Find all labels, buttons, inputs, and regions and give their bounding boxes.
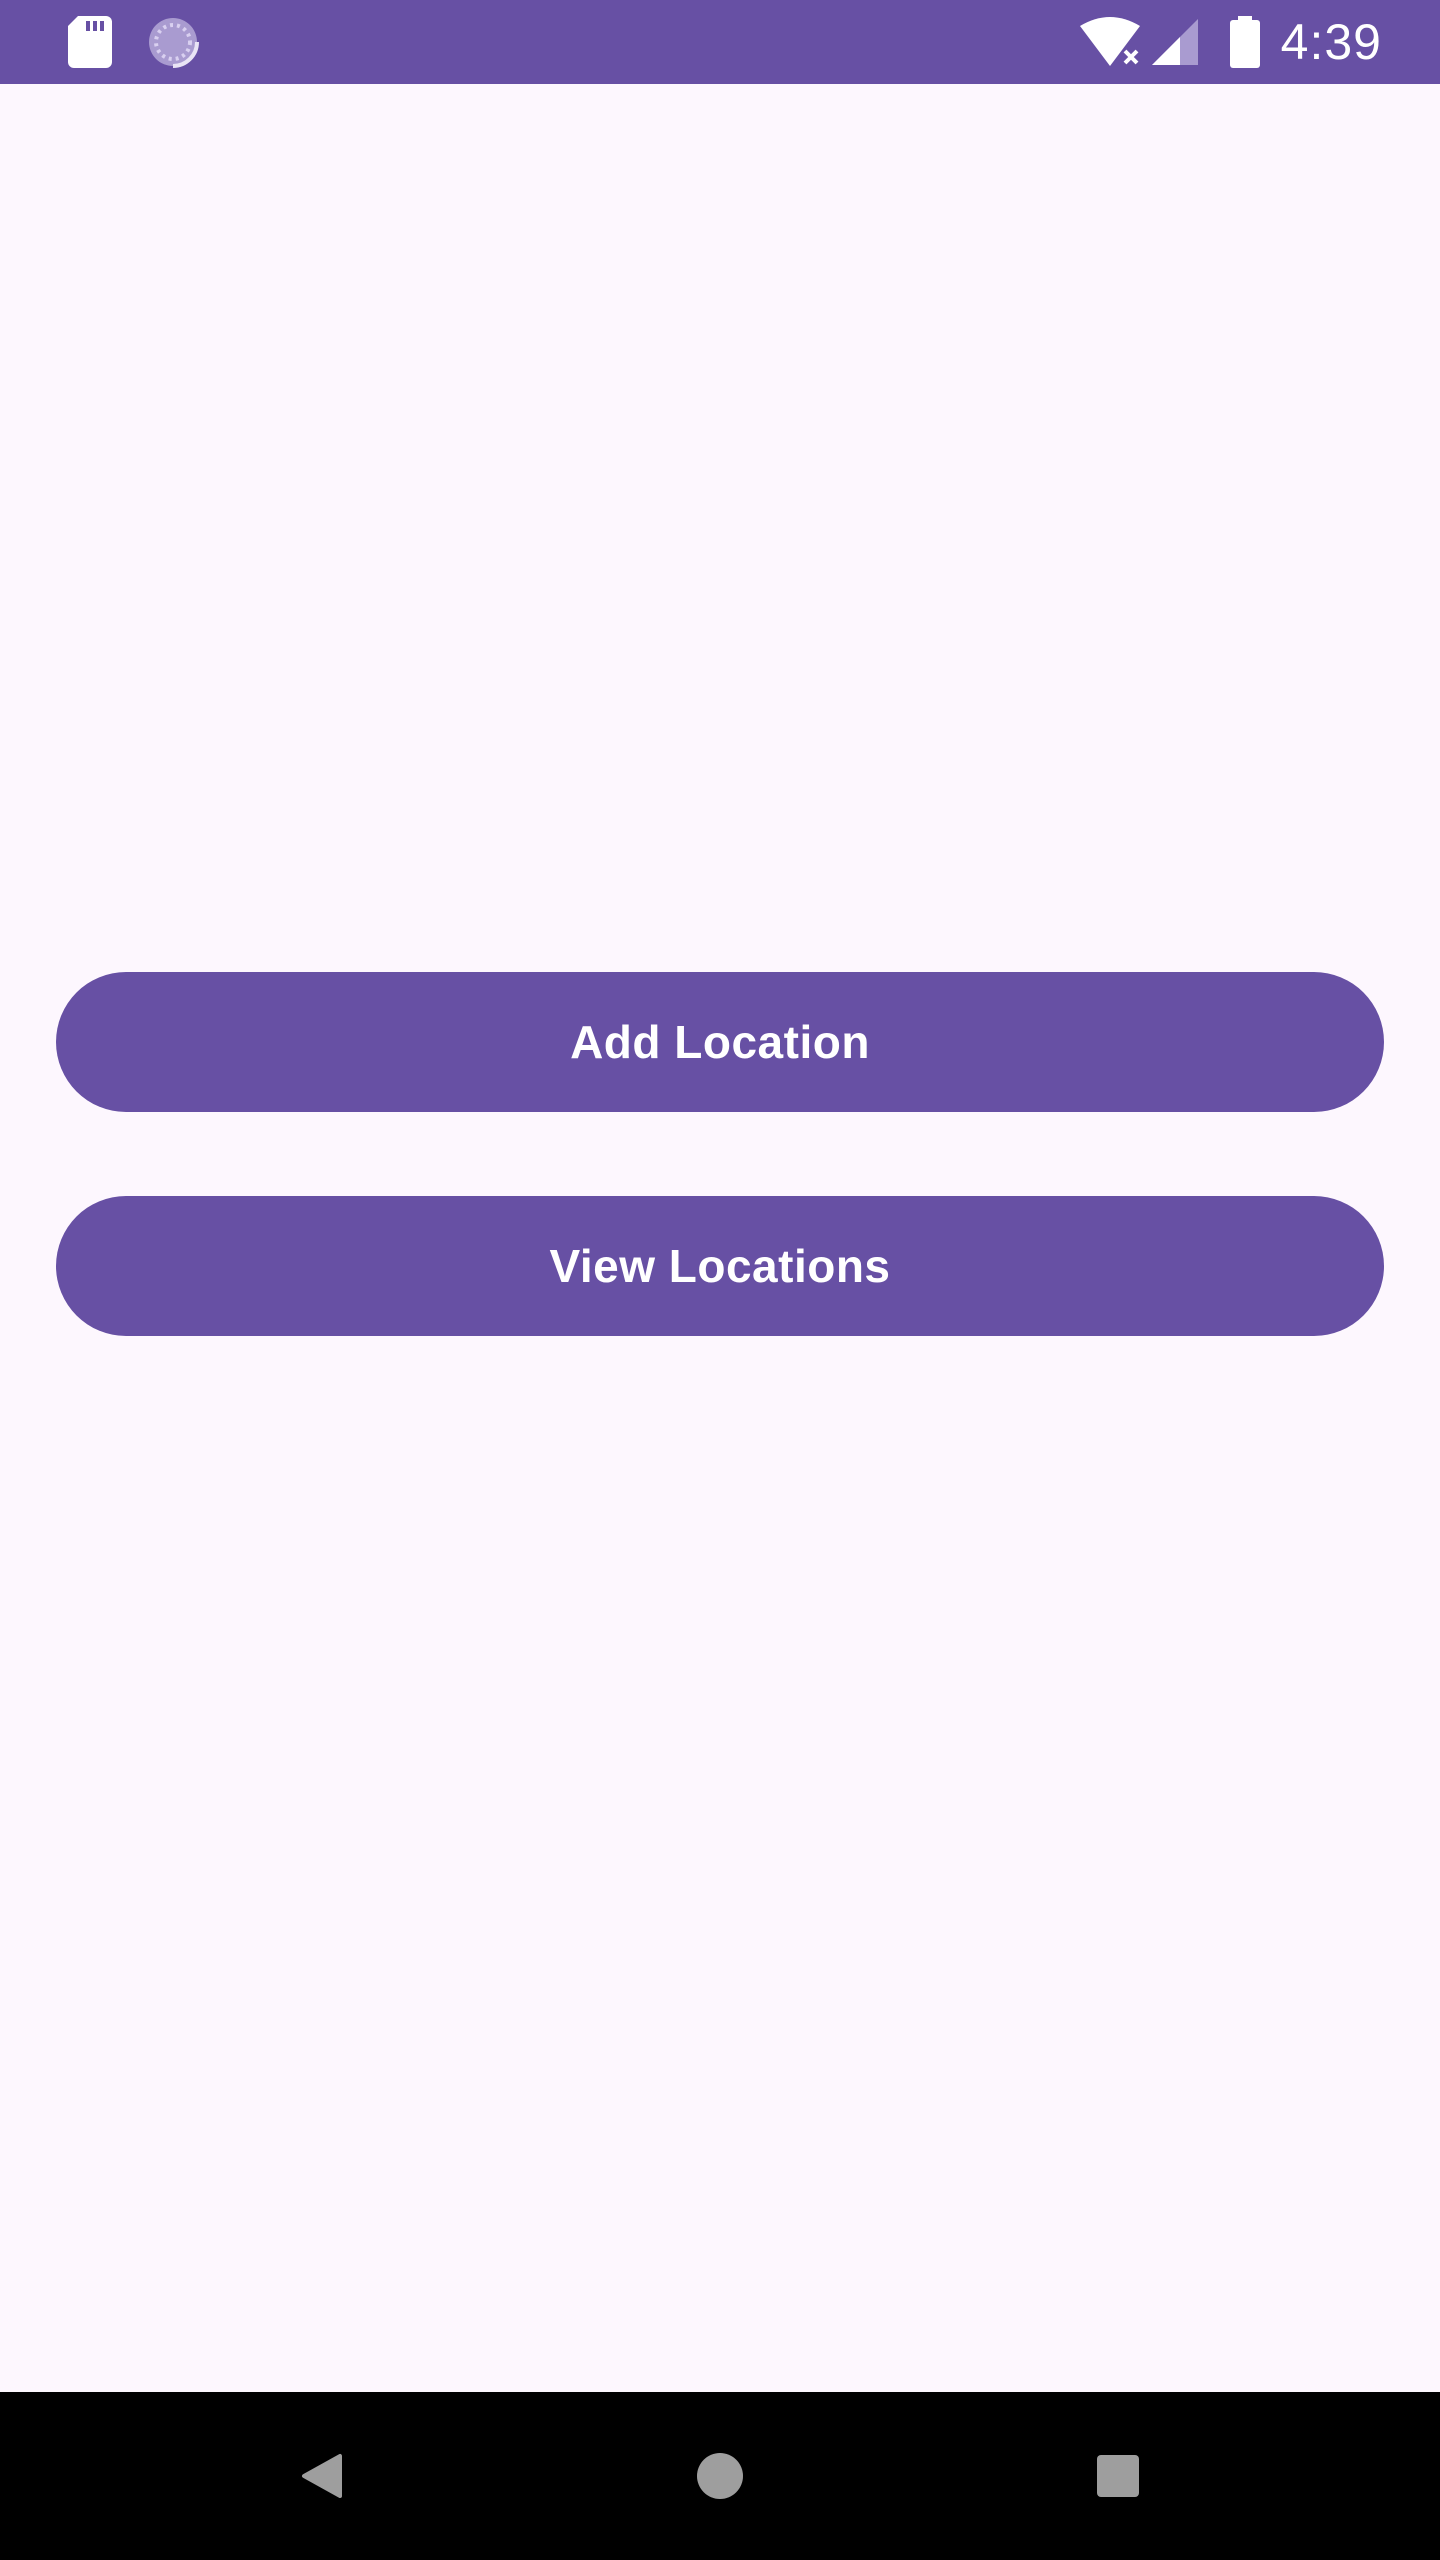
status-time: 4:39 xyxy=(1280,14,1382,70)
add-location-button[interactable]: Add Location xyxy=(56,972,1384,1112)
sd-card-icon xyxy=(68,0,112,84)
wifi-off-icon xyxy=(1080,0,1144,84)
back-icon[interactable] xyxy=(262,2392,382,2560)
recents-icon[interactable] xyxy=(1058,2392,1178,2560)
sync-icon xyxy=(146,0,200,84)
status-bar: 4:39 xyxy=(0,0,1440,84)
navigation-bar xyxy=(0,2392,1440,2560)
app-screen: 4:39 Add Location View Locations xyxy=(0,0,1440,2560)
home-icon[interactable] xyxy=(660,2392,780,2560)
cell-signal-icon xyxy=(1150,0,1200,84)
battery-icon xyxy=(1228,0,1262,84)
view-locations-button[interactable]: View Locations xyxy=(56,1196,1384,1336)
